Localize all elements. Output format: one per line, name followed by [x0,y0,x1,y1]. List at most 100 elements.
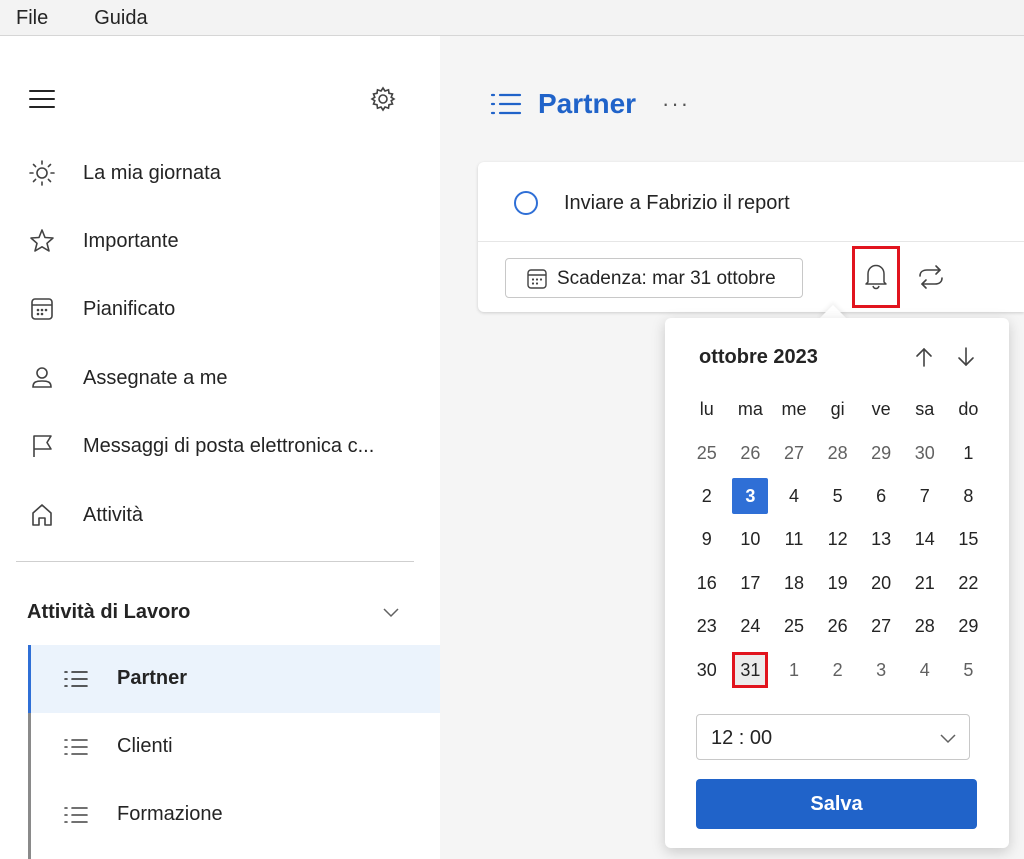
calendar-day[interactable]: 10 [729,522,773,558]
calendar-day[interactable]: 29 [859,435,903,471]
calendar-day[interactable]: 20 [859,565,903,601]
reminder-button[interactable] [852,246,900,308]
due-date-button[interactable]: Scadenza: mar 31 ottobre [505,258,803,298]
calendar-day[interactable]: 16 [685,565,729,601]
calendar-day[interactable]: 12 [816,522,860,558]
calendar-day[interactable]: 15 [947,522,991,558]
weekday-label: ve [871,399,891,420]
star-icon [28,227,56,255]
time-dropdown[interactable]: 12 : 00 [696,714,970,760]
flag-icon [28,432,56,460]
hamburger-menu-icon[interactable] [28,88,56,110]
calendar-day[interactable]: 27 [772,435,816,471]
calendar-day[interactable]: 2 [816,652,860,688]
sidebar: La mia giornata Importante Pianificato A… [0,36,440,859]
calendar-week: 30 31 1 2 3 4 5 [685,648,991,691]
person-icon [28,364,56,392]
calendar-day[interactable]: 26 [816,609,860,645]
more-options-button[interactable]: ··· [662,93,690,115]
sidebar-list-clienti[interactable]: Clienti [28,713,440,781]
calendar-week: 23 24 25 26 27 28 29 [685,605,991,648]
sidebar-item-label: Pianificato [83,297,176,320]
list-icon [490,90,522,118]
complete-checkbox[interactable] [514,191,538,215]
menu-file[interactable]: File [16,4,48,32]
menu-bar: File Guida [0,0,1024,36]
task-row[interactable]: Inviare a Fabrizio il report [478,162,1024,242]
list-icon [64,669,88,689]
list-label: Formazione [117,803,223,825]
sidebar-item-label: Messaggi di posta elettronica c... [83,434,375,457]
repeat-icon[interactable] [916,264,946,290]
calendar-day[interactable]: 9 [685,522,729,558]
calendar-week: 16 17 18 19 20 21 22 [685,562,991,605]
calendar-day[interactable]: 6 [859,478,903,514]
calendar-day[interactable]: 21 [903,565,947,601]
sun-icon [28,159,56,187]
calendar-day[interactable]: 28 [816,435,860,471]
arrow-up-icon[interactable] [913,346,935,368]
calendar-day[interactable]: 11 [772,522,816,558]
calendar-day[interactable]: 4 [772,478,816,514]
list-label: Partner [117,667,188,689]
calendar-day[interactable]: 5 [947,652,991,688]
calendar-day[interactable]: 1 [947,435,991,471]
list-header: Partner ··· [490,86,690,122]
weekday-label: sa [915,399,935,420]
list-icon [64,805,88,825]
month-title: ottobre 2023 [699,346,818,368]
sidebar-list-partner[interactable]: Partner [28,645,440,713]
save-button[interactable]: Salva [696,779,977,829]
calendar-day[interactable]: 23 [685,609,729,645]
calendar-day[interactable]: 19 [816,565,860,601]
calendar-day[interactable]: 1 [772,652,816,688]
calendar-day[interactable]: 18 [772,565,816,601]
sidebar-item-important[interactable]: Importante [0,211,440,271]
list-icon [64,737,88,757]
calendar-icon [28,295,56,323]
chevron-down-icon[interactable] [381,602,401,622]
calendar-day[interactable]: 25 [685,435,729,471]
calendar-day[interactable]: 26 [729,435,773,471]
sidebar-item-label: Assegnate a me [83,366,228,389]
calendar-day[interactable]: 7 [903,478,947,514]
task-title[interactable]: Inviare a Fabrizio il report [564,192,790,215]
sidebar-list-formazione[interactable]: Formazione [28,781,440,849]
calendar-day[interactable]: 8 [947,478,991,514]
calendar-day[interactable]: 28 [903,609,947,645]
menu-help[interactable]: Guida [94,4,147,32]
sidebar-item-label: La mia giornata [83,161,221,184]
sidebar-item-my-day[interactable]: La mia giornata [0,143,440,203]
calendar-day[interactable]: 22 [947,565,991,601]
sidebar-item-tasks[interactable]: Attività [0,485,440,545]
calendar-day[interactable]: 14 [903,522,947,558]
calendar-day[interactable]: 3 [859,652,903,688]
weekday-header: lu ma me gi ve sa do [685,388,991,431]
calendar-week: 2 3 4 5 6 7 8 [685,475,991,518]
arrow-down-icon[interactable] [955,346,977,368]
home-icon [28,501,56,529]
weekday-label: lu [699,399,714,420]
calendar-day[interactable]: 25 [772,609,816,645]
calendar-day[interactable]: 17 [729,565,773,601]
sidebar-item-planned[interactable]: Pianificato [0,279,440,339]
sidebar-item-assigned-to-me[interactable]: Assegnate a me [0,348,440,408]
calendar-day[interactable]: 29 [947,609,991,645]
calendar-day-selected[interactable]: 31 [729,652,773,689]
gear-icon[interactable] [368,84,398,114]
group-header[interactable]: Attività di Lavoro [27,592,407,632]
calendar-week: 9 10 11 12 13 14 15 [685,518,991,561]
list-label: Clienti [117,735,173,757]
calendar-day[interactable]: 4 [903,652,947,688]
calendar-day[interactable]: 24 [729,609,773,645]
calendar-day[interactable]: 2 [685,478,729,514]
calendar-day[interactable]: 30 [685,652,729,688]
calendar-day-today[interactable]: 3 [729,478,773,515]
sidebar-item-flagged-email[interactable]: Messaggi di posta elettronica c... [0,416,440,476]
calendar-day[interactable]: 30 [903,435,947,471]
calendar-day[interactable]: 27 [859,609,903,645]
calendar-day[interactable]: 13 [859,522,903,558]
calendar-icon [526,268,548,290]
calendar-day[interactable]: 5 [816,478,860,514]
bell-icon [865,264,887,290]
